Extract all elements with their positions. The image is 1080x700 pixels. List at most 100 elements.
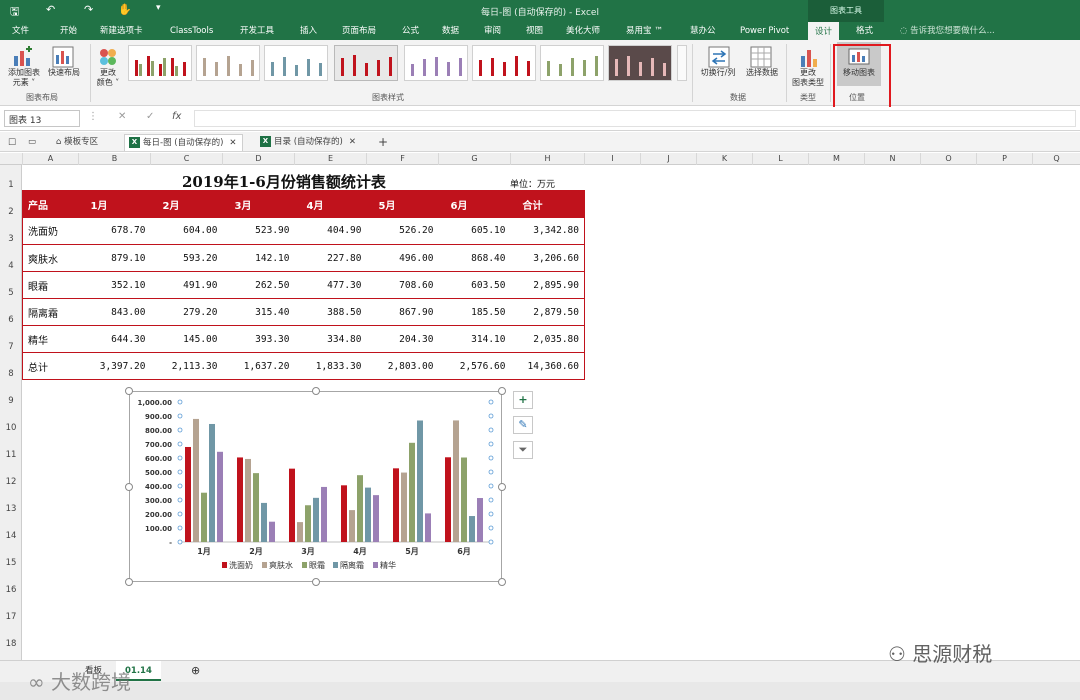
- chart-style-2[interactable]: [196, 45, 260, 81]
- table-cell[interactable]: 868.40: [438, 244, 511, 272]
- column-header[interactable]: A: [22, 153, 78, 165]
- table-cell[interactable]: 393.30: [222, 325, 295, 353]
- row-header[interactable]: 17: [0, 612, 22, 622]
- table-cell[interactable]: 精华: [22, 325, 79, 353]
- resize-handle[interactable]: [312, 387, 320, 395]
- open-folder-icon[interactable]: ▭: [24, 134, 41, 151]
- table-cell[interactable]: 洗面奶: [22, 217, 79, 245]
- name-box[interactable]: 图表 13: [4, 110, 80, 127]
- table-cell[interactable]: 3,342.80: [510, 217, 585, 245]
- row-header[interactable]: 7: [0, 342, 22, 352]
- switch-row-column-button[interactable]: 切换行/列: [696, 68, 740, 78]
- tab-classtools[interactable]: ClassTools: [170, 22, 213, 40]
- tab-review[interactable]: 审阅: [484, 22, 501, 40]
- change-chart-type-icon[interactable]: [798, 46, 820, 68]
- table-cell[interactable]: 2,035.80: [510, 325, 585, 353]
- row-header[interactable]: 5: [0, 288, 22, 298]
- tab-data[interactable]: 数据: [442, 22, 459, 40]
- table-cell[interactable]: 315.40: [222, 298, 295, 326]
- add-tab-icon[interactable]: +: [374, 134, 393, 151]
- table-header[interactable]: 6月: [438, 190, 511, 218]
- column-header[interactable]: G: [438, 153, 510, 165]
- table-cell[interactable]: 523.90: [222, 217, 295, 245]
- column-header[interactable]: L: [752, 153, 808, 165]
- row-header[interactable]: 18: [0, 639, 22, 649]
- table-cell[interactable]: 843.00: [78, 298, 151, 326]
- table-cell[interactable]: 526.20: [366, 217, 439, 245]
- chart-elements-plus-icon[interactable]: +: [513, 391, 533, 409]
- table-cell[interactable]: 眼霜: [22, 271, 79, 299]
- table-cell[interactable]: 279.20: [150, 298, 223, 326]
- table-cell[interactable]: 334.80: [294, 325, 367, 353]
- table-cell[interactable]: 隔离霜: [22, 298, 79, 326]
- column-header[interactable]: O: [920, 153, 976, 165]
- tab-page-layout[interactable]: 页面布局: [342, 22, 376, 40]
- add-chart-element-button[interactable]: 添加图表 元素 ˅: [4, 68, 44, 88]
- table-cell[interactable]: 491.90: [150, 271, 223, 299]
- table-cell[interactable]: 496.00: [366, 244, 439, 272]
- table-cell[interactable]: 227.80: [294, 244, 367, 272]
- column-header[interactable]: D: [222, 153, 294, 165]
- column-header[interactable]: Q: [1032, 153, 1080, 165]
- row-header[interactable]: 13: [0, 504, 22, 514]
- select-data-button[interactable]: 选择数据: [742, 68, 782, 78]
- table-cell[interactable]: 145.00: [150, 325, 223, 353]
- table-cell[interactable]: 593.20: [150, 244, 223, 272]
- table-cell[interactable]: 644.30: [78, 325, 151, 353]
- table-cell[interactable]: 708.60: [366, 271, 439, 299]
- table-cell[interactable]: 879.10: [78, 244, 151, 272]
- chart-style-1[interactable]: [128, 45, 192, 81]
- select-data-icon[interactable]: [750, 46, 772, 68]
- column-header[interactable]: P: [976, 153, 1032, 165]
- table-cell[interactable]: 2,879.50: [510, 298, 585, 326]
- chart-filters-funnel-icon[interactable]: ⏷: [513, 441, 533, 459]
- row-header[interactable]: 10: [0, 423, 22, 433]
- tell-me-search[interactable]: ◌ 告诉我您想要做什么...: [900, 22, 995, 40]
- chart-styles-brush-icon[interactable]: ✎: [513, 416, 533, 434]
- row-header[interactable]: 1: [0, 180, 22, 190]
- close-tab-icon[interactable]: ✕: [229, 138, 236, 148]
- table-cell[interactable]: 142.10: [222, 244, 295, 272]
- namebox-dropdown-icon[interactable]: ⋮: [88, 111, 98, 122]
- table-cell[interactable]: 262.50: [222, 271, 295, 299]
- column-chart[interactable]: - 100.00 200.00 300.00 400.00 500.00 600.00 700…: [130, 392, 503, 583]
- row-header[interactable]: 16: [0, 585, 22, 595]
- tab-power-pivot[interactable]: Power Pivot: [740, 22, 789, 40]
- table-cell[interactable]: 477.30: [294, 271, 367, 299]
- new-doc-icon[interactable]: □: [4, 134, 21, 151]
- chart-style-4-selected[interactable]: [334, 45, 398, 81]
- row-header[interactable]: 3: [0, 234, 22, 244]
- column-header[interactable]: J: [640, 153, 696, 165]
- formula-input[interactable]: [194, 110, 1076, 127]
- worksheet-grid[interactable]: 2019年1-6月份销售额统计表 单位：万元 产品 1月 2月 3月 4月 5月…: [22, 165, 1080, 660]
- table-header[interactable]: 3月: [222, 190, 295, 218]
- tab-view[interactable]: 视图: [526, 22, 543, 40]
- table-header[interactable]: 1月: [78, 190, 151, 218]
- table-cell[interactable]: 678.70: [78, 217, 151, 245]
- row-header[interactable]: 15: [0, 558, 22, 568]
- table-header[interactable]: 合计: [510, 190, 585, 218]
- row-header[interactable]: 11: [0, 450, 22, 460]
- cancel-icon[interactable]: ✕: [118, 111, 126, 122]
- table-cell[interactable]: 2,895.90: [510, 271, 585, 299]
- chart-style-5[interactable]: [404, 45, 468, 81]
- chart-style-3[interactable]: [264, 45, 328, 81]
- table-cell[interactable]: 14,360.60: [510, 352, 585, 380]
- tab-format[interactable]: 格式: [856, 22, 873, 40]
- row-header[interactable]: 14: [0, 531, 22, 541]
- close-tab-icon[interactable]: ✕: [349, 137, 356, 147]
- styles-gallery-scroll[interactable]: [677, 45, 687, 81]
- table-cell[interactable]: 3,397.20: [78, 352, 151, 380]
- resize-handle[interactable]: [125, 387, 133, 395]
- table-cell[interactable]: 爽肤水: [22, 244, 79, 272]
- table-cell[interactable]: 总计: [22, 352, 79, 380]
- row-header[interactable]: 2: [0, 207, 22, 217]
- table-cell[interactable]: 3,206.60: [510, 244, 585, 272]
- row-header[interactable]: 4: [0, 261, 22, 271]
- column-header[interactable]: I: [584, 153, 640, 165]
- resize-handle[interactable]: [312, 578, 320, 586]
- row-header[interactable]: 12: [0, 477, 22, 487]
- chart-style-8[interactable]: [608, 45, 672, 81]
- enter-icon[interactable]: ✓: [146, 111, 154, 122]
- tab-design[interactable]: 设计: [808, 22, 840, 40]
